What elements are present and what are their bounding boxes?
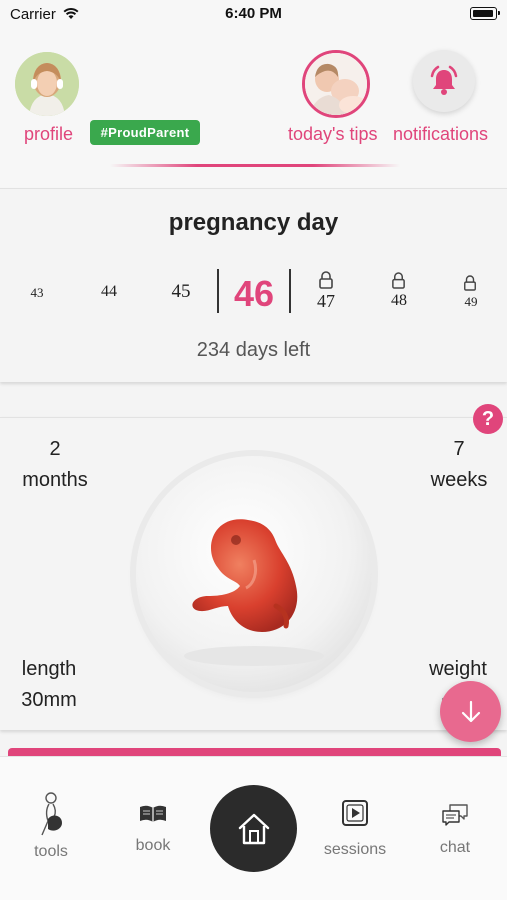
pregnancy-day-card: pregnancy day 43 44 45 46 47 48 49 234 d… <box>0 188 507 382</box>
weeks-stat: 7 weeks <box>414 434 504 496</box>
tab-home[interactable] <box>210 785 297 872</box>
current-day[interactable]: 46 <box>220 273 288 315</box>
tab-book-label: book <box>135 837 171 854</box>
locked-day-item[interactable]: 49 <box>456 294 486 310</box>
tab-book[interactable]: book <box>118 803 188 855</box>
next-card-edge <box>8 748 501 756</box>
days-left-label: 234 days left <box>196 339 311 361</box>
status-time: 6:40 PM <box>225 5 282 22</box>
months-value: 2 <box>49 438 61 460</box>
weeks-value: 7 <box>453 438 465 460</box>
pregnant-woman-icon <box>41 792 62 836</box>
lock-icon <box>464 275 476 291</box>
scroll-down-button[interactable] <box>440 681 501 742</box>
months-label: months <box>22 469 88 491</box>
notifications-button[interactable] <box>413 50 475 112</box>
notifications-label[interactable]: notifications <box>393 124 488 145</box>
tab-sessions-label: sessions <box>323 841 387 858</box>
tab-tools-label: tools <box>34 843 68 860</box>
tab-tools[interactable]: tools <box>16 791 86 861</box>
day-divider <box>217 269 219 313</box>
locked-day-item[interactable]: 47 <box>308 291 344 312</box>
profile-label[interactable]: profile <box>24 124 73 145</box>
tab-sessions[interactable]: sessions <box>318 799 392 859</box>
help-button[interactable]: ? <box>473 404 503 434</box>
weight-label: weight <box>429 658 487 680</box>
bottom-tab-bar: tools book sessions chat <box>0 756 507 900</box>
proud-parent-badge[interactable]: #ProudParent <box>90 120 200 145</box>
header-divider <box>110 164 400 167</box>
embryo-image <box>184 519 324 666</box>
day-item[interactable]: 43 <box>22 285 52 301</box>
embryo-illustration[interactable] <box>136 456 372 692</box>
pregnancy-day-title: pregnancy day <box>168 209 339 236</box>
home-icon <box>238 813 269 844</box>
avatar-image <box>15 52 79 116</box>
tab-chat[interactable]: chat <box>420 803 490 857</box>
lock-icon <box>392 272 405 289</box>
open-book-icon <box>140 805 166 822</box>
video-play-icon <box>342 800 368 826</box>
status-bar: Carrier 6:40 PM <box>0 0 507 28</box>
tab-chat-label: chat <box>439 839 471 856</box>
locked-day-item[interactable]: 48 <box>382 292 416 310</box>
todays-tips-button[interactable] <box>302 50 370 118</box>
arrow-down-icon <box>461 700 480 722</box>
battery-icon <box>470 7 500 20</box>
profile-avatar[interactable] <box>15 52 79 116</box>
baby-development-card: ? 2 months 7 weeks length 30mm weight <box>0 404 507 730</box>
weeks-label: weeks <box>430 469 488 491</box>
chat-bubbles-icon <box>442 804 468 826</box>
day-divider <box>289 269 291 313</box>
length-stat: length 30mm <box>10 654 88 716</box>
day-item[interactable]: 45 <box>162 281 200 303</box>
todays-tips-label[interactable]: today's tips <box>288 124 377 145</box>
day-item[interactable]: 44 <box>92 283 126 301</box>
alarm-bell-icon <box>430 65 458 95</box>
tips-image <box>305 53 367 115</box>
length-value: 30mm <box>21 689 77 711</box>
length-label: length <box>21 658 77 680</box>
lock-icon <box>319 271 333 289</box>
months-stat: 2 months <box>10 434 100 496</box>
top-header: profile #ProudParent today's tips notifi… <box>0 28 507 188</box>
